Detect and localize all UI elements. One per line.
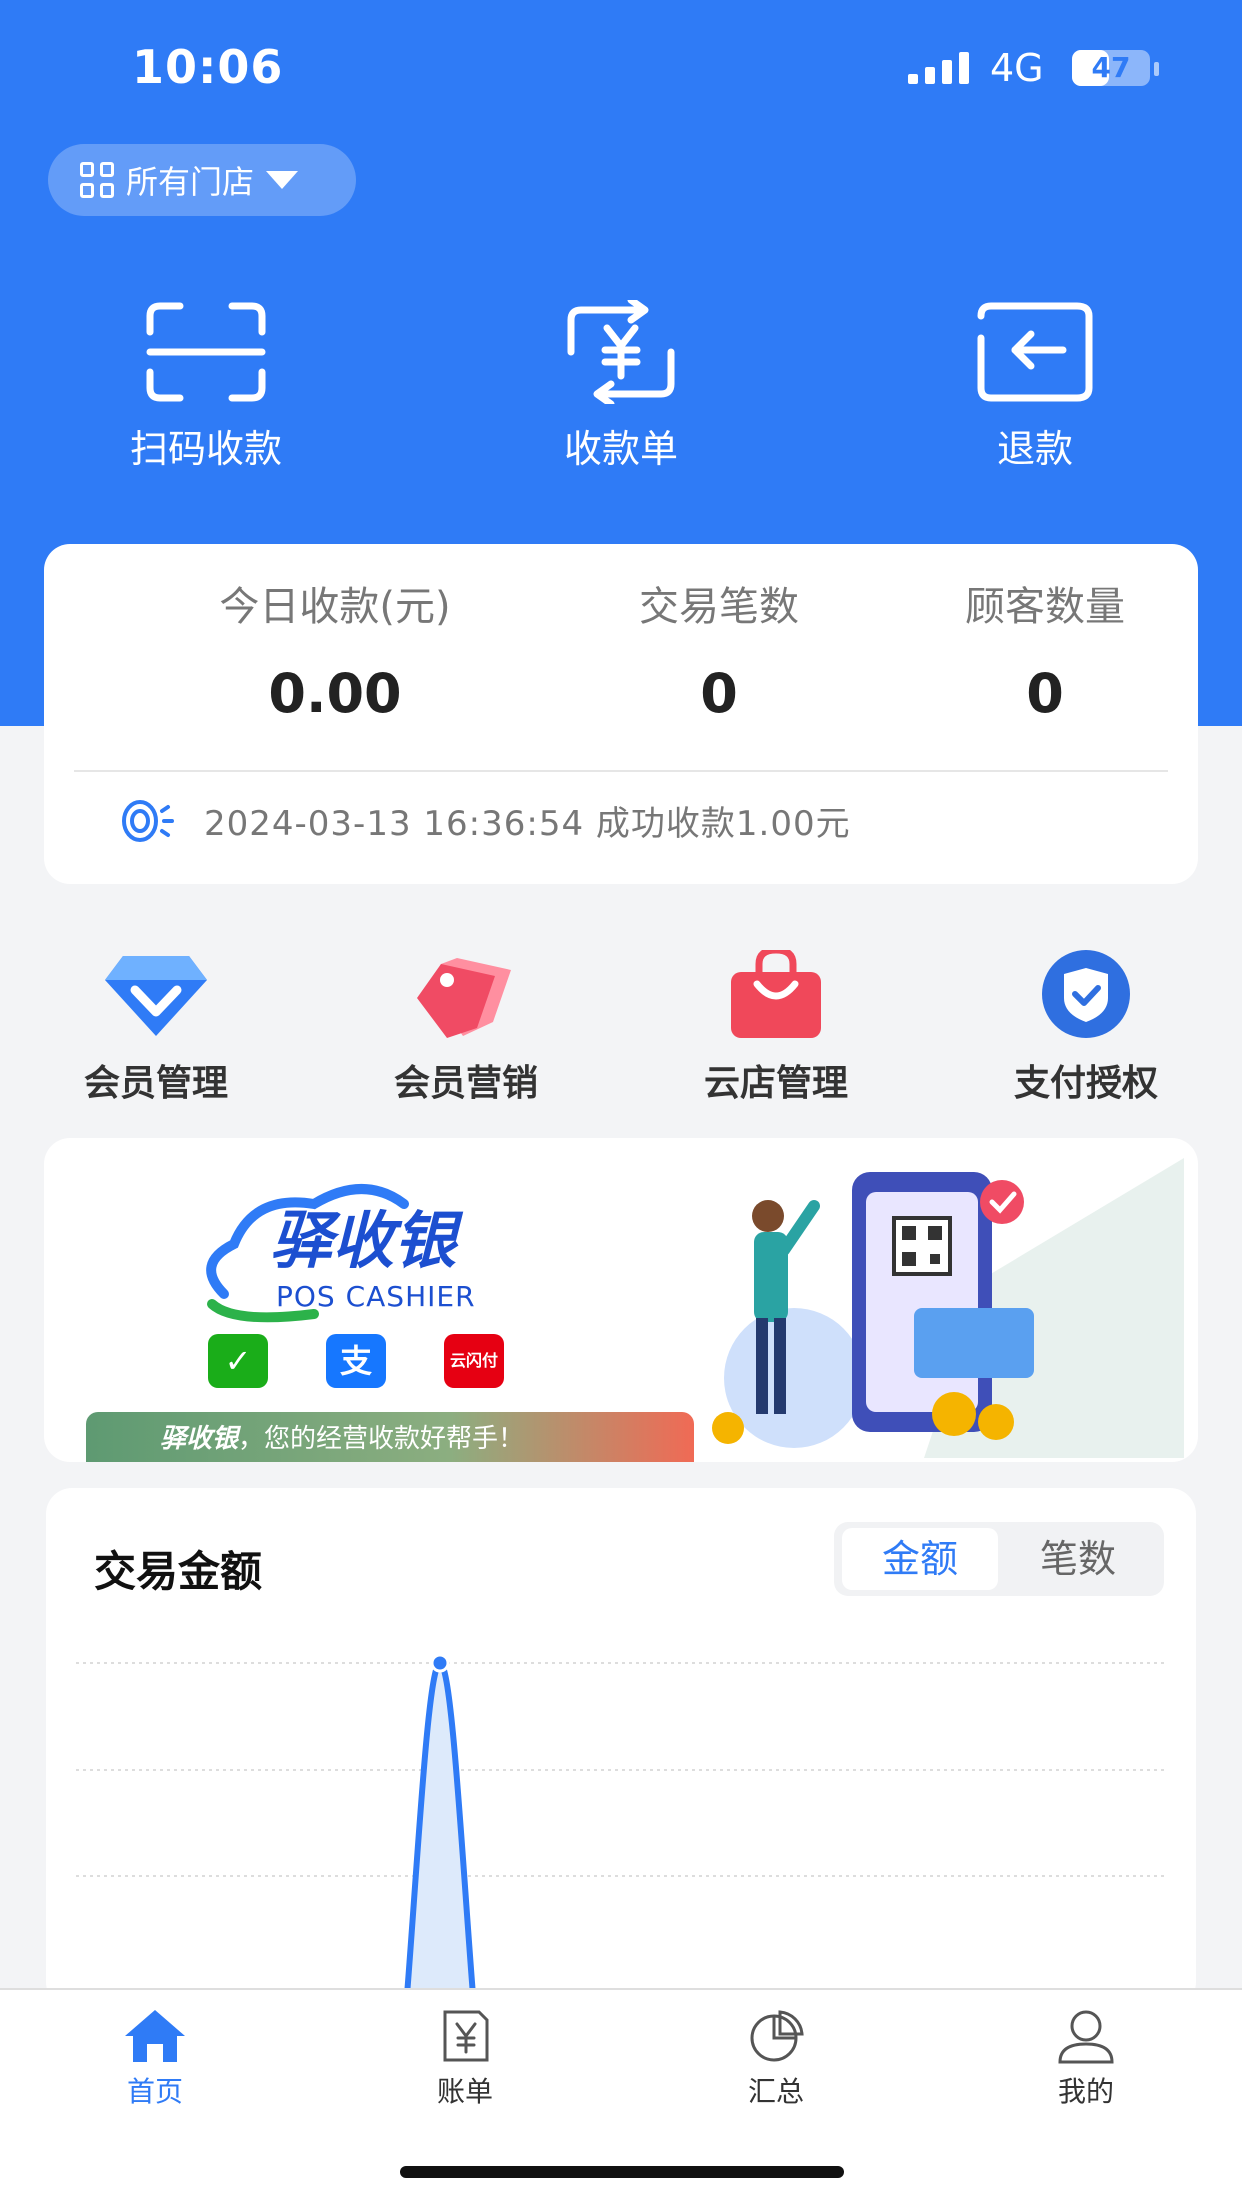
battery-percent: 47	[1091, 51, 1131, 84]
feature-label: 云店管理	[703, 1063, 848, 1104]
grid-icon	[80, 162, 116, 198]
speaker-icon	[122, 799, 174, 842]
feature-label: 会员管理	[83, 1063, 228, 1104]
status-bar: 10:06 4G 47	[0, 0, 1242, 130]
status-time: 10:06	[132, 40, 284, 94]
refund-icon	[977, 302, 1093, 402]
signal-icon	[908, 52, 969, 84]
payment-notice[interactable]: 2024-03-13 16:36:54 成功收款1.00元	[118, 796, 851, 845]
tab-label: 汇总	[747, 2075, 804, 2108]
stat-value: 0.00	[268, 662, 402, 725]
stat-today-amount: 今日收款(元) 0.00	[170, 574, 500, 725]
scan-pay-button[interactable]: 扫码收款	[56, 300, 356, 473]
banner-brand-sub: POS CASHIER	[276, 1280, 476, 1313]
stat-label: 交易笔数	[639, 584, 799, 630]
tab-mine[interactable]: 我的	[986, 2008, 1186, 2110]
stat-customer-count: 顾客数量 0	[880, 574, 1210, 725]
battery-icon: 47	[1072, 50, 1150, 86]
receipt-list-label: 收款单	[563, 427, 678, 471]
bottom-tab-bar: 首页 账单 汇总 我的	[0, 1988, 1242, 2208]
member-marketing-button[interactable]: 会员营销	[346, 950, 586, 1106]
banner-illustration	[712, 1158, 1184, 1458]
stats-divider	[74, 770, 1168, 772]
refund-button[interactable]: 退款	[885, 300, 1185, 473]
stat-value: 0	[700, 662, 738, 725]
ribbon-brand: 驿收银	[160, 1424, 239, 1454]
tag-icon	[417, 958, 511, 1038]
cloud-store-button[interactable]: 云店管理	[656, 950, 896, 1106]
stat-label: 顾客数量	[965, 584, 1125, 630]
stat-value: 0	[1026, 662, 1064, 725]
shopping-bag-icon	[731, 950, 821, 1038]
stat-transaction-count: 交易笔数 0	[554, 574, 884, 725]
stat-label: 今日收款(元)	[219, 584, 451, 630]
diamond-icon	[105, 956, 207, 1036]
caret-down-icon	[266, 171, 299, 189]
notice-text: 2024-03-13 16:36:54 成功收款1.00元	[204, 804, 851, 844]
shield-check-icon	[1042, 950, 1130, 1038]
scan-pay-label: 扫码收款	[129, 427, 282, 471]
banner-ribbon: 驿收银，您的经营收款好帮手！	[86, 1412, 694, 1462]
home-indicator	[400, 2166, 844, 2178]
battery-tip	[1154, 62, 1159, 76]
refund-label: 退款	[996, 427, 1073, 471]
chart-point	[430, 1653, 450, 1673]
promo-banner[interactable]: 驿收银 POS CASHIER ✓ 支 云闪付 驿收银，您的经营收款好帮手！	[44, 1138, 1198, 1462]
tab-label: 我的	[1057, 2075, 1114, 2108]
transaction-chart-card: 交易金额 金额 笔数	[46, 1488, 1196, 2008]
store-selector[interactable]: 所有门店	[48, 144, 356, 216]
receipt-list-button[interactable]: 收款单	[471, 300, 771, 473]
unionpay-logo: 云闪付	[444, 1334, 504, 1388]
member-management-button[interactable]: 会员管理	[36, 950, 276, 1106]
bill-icon	[443, 2010, 489, 2062]
wechat-pay-logo: ✓	[208, 1334, 268, 1388]
scan-icon	[146, 302, 266, 402]
tab-label: 首页	[126, 2075, 183, 2108]
tab-label: 账单	[436, 2075, 493, 2108]
today-stats-card: 今日收款(元) 0.00 交易笔数 0 顾客数量 0 2024-03-13 16…	[44, 544, 1198, 884]
transaction-chart	[76, 1653, 1166, 2008]
ribbon-text: ，您的经营收款好帮手！	[238, 1424, 525, 1454]
tab-bill[interactable]: 账单	[365, 2008, 565, 2110]
payment-authorization-button[interactable]: 支付授权	[966, 950, 1206, 1106]
feature-label: 支付授权	[1013, 1063, 1158, 1104]
tab-home[interactable]: 首页	[55, 2008, 255, 2110]
yuan-exchange-icon	[567, 300, 675, 404]
feature-label: 会员营销	[393, 1063, 538, 1104]
network-type: 4G	[990, 46, 1044, 90]
store-selector-label: 所有门店	[126, 163, 255, 201]
user-icon	[1058, 2010, 1114, 2064]
banner-brand: 驿收银	[270, 1204, 457, 1277]
tab-summary[interactable]: 汇总	[676, 2008, 876, 2110]
alipay-logo: 支	[326, 1334, 386, 1388]
pie-chart-icon	[750, 2010, 804, 2062]
home-icon	[125, 2010, 185, 2062]
